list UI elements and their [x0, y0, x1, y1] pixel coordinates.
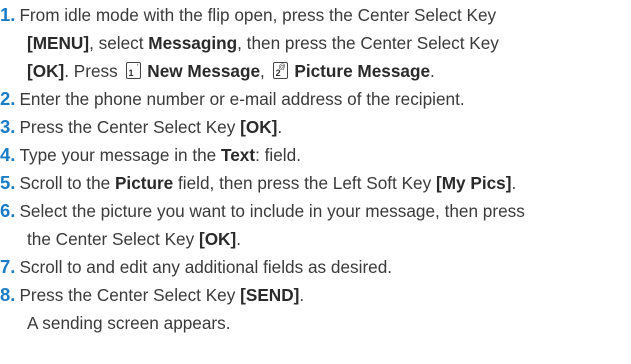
keypad-2-icon: 2 @: [272, 62, 288, 79]
step-1-number: 1.: [0, 4, 16, 25]
menu-key-label: [MENU]: [27, 33, 90, 53]
step-6-text-2: the Center Select Key: [27, 229, 199, 249]
step-1-line-3: [OK]. Press 1 ' New Message, 2 @ Picture M…: [27, 59, 435, 83]
messaging-label: Messaging: [148, 33, 238, 53]
keypad-2-glyph: @: [278, 64, 286, 71]
step-5: 5. Scroll to the Picture field, then pres…: [0, 171, 516, 195]
step-1-text: From idle mode with the flip open, press…: [19, 5, 497, 25]
step-6-number: 6.: [0, 200, 16, 221]
step-1-line-1: 1. From idle mode with the flip open, pre…: [0, 3, 496, 27]
step-4-number: 4.: [0, 144, 16, 165]
step-8-text: Press the Center Select Key: [19, 285, 241, 305]
picture-field-label: Picture: [114, 173, 174, 193]
keypad-1-icon: 1 ': [125, 62, 141, 79]
send-key-label: [SEND]: [240, 285, 300, 305]
step-6-text: Select the picture you want to include i…: [19, 201, 525, 221]
step-2-number: 2.: [0, 88, 16, 109]
step-1-text-post: , then press the Center Select Key: [237, 33, 499, 53]
step-4-text: Type your message in the: [19, 145, 222, 165]
step-6-ok-label: [OK]: [198, 229, 237, 249]
step-1-comma: ,: [260, 61, 270, 81]
step-7-number: 7.: [0, 256, 16, 277]
new-message-label: New Message: [147, 61, 261, 81]
step-2: 2. Enter the phone number or e-mail addre…: [0, 87, 465, 111]
picture-message-label: Picture Message: [294, 61, 431, 81]
step-3: 3. Press the Center Select Key [OK].: [0, 115, 282, 139]
keypad-1-glyph: ': [137, 64, 139, 71]
step-4: 4. Type your message in the Text: field.: [0, 143, 301, 167]
step-5-text: Scroll to the: [19, 173, 115, 193]
step-7-text: Scroll to and edit any additional fields…: [19, 257, 393, 277]
instruction-steps: 1. From idle mode with the flip open, pre…: [0, 0, 631, 364]
step-8-line-1: 8. Press the Center Select Key [SEND].: [0, 283, 304, 307]
step-6-line-1: 6. Select the picture you want to include…: [0, 199, 525, 223]
step-1-line-2: [MENU], select Messaging, then press the…: [27, 31, 499, 55]
step-1-text-mid: , select: [89, 33, 149, 53]
my-pics-key-label: [My Pics]: [436, 173, 512, 193]
step-2-text: Enter the phone number or e-mail address…: [19, 89, 465, 109]
step-8-line-2: A sending screen appears.: [27, 311, 231, 335]
step-5-mid: field, then press the Left Soft Key: [173, 173, 436, 193]
step-8-end: .: [299, 285, 305, 305]
step-3-end: .: [277, 117, 283, 137]
step-8-result-text: A sending screen appears.: [27, 313, 231, 333]
step-3-ok-label: [OK]: [240, 117, 278, 137]
step-1-press-text: . Press: [64, 61, 123, 81]
keypad-1-digit: 1: [128, 68, 134, 78]
ok-key-label: [OK]: [27, 61, 65, 81]
step-8-number: 8.: [0, 284, 16, 305]
text-field-label: Text: [221, 145, 256, 165]
step-5-end: .: [511, 173, 517, 193]
step-7: 7. Scroll to and edit any additional fiel…: [0, 255, 392, 279]
step-3-text: Press the Center Select Key: [19, 117, 241, 137]
step-6-line-2: the Center Select Key [OK].: [27, 227, 241, 251]
step-5-number: 5.: [0, 172, 16, 193]
step-3-number: 3.: [0, 116, 16, 137]
step-6-end: .: [236, 229, 241, 249]
step-4-end: : field.: [255, 145, 301, 165]
step-1-end: .: [430, 61, 435, 81]
